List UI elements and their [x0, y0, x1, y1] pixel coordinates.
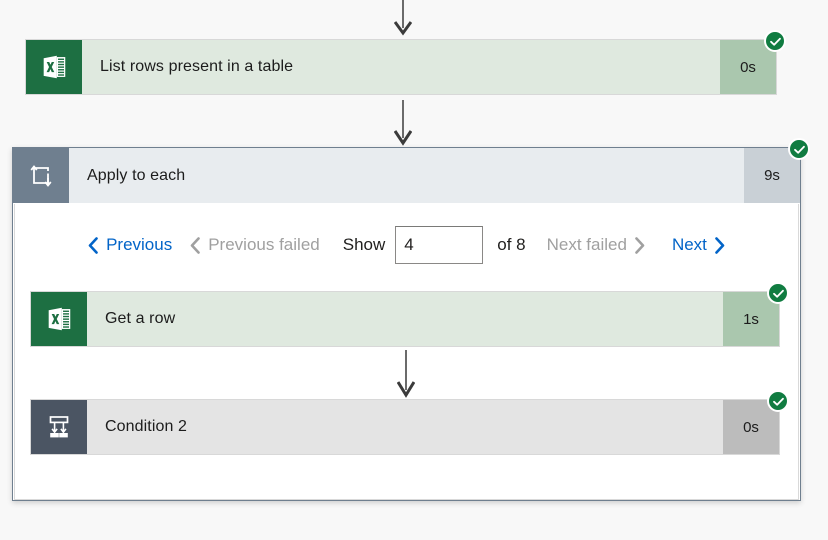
chevron-right-icon	[634, 236, 645, 254]
connector-arrow-inner	[397, 350, 415, 398]
action-card-condition-2[interactable]: Condition 2 0s	[30, 390, 789, 455]
chevron-right-icon	[714, 236, 725, 254]
excel-icon	[31, 292, 87, 346]
iteration-pager: Previous Previous failed Show of 8 Next …	[15, 223, 798, 267]
action-card-get-a-row[interactable]: Get a row 1s	[30, 282, 789, 347]
pager-previous-button[interactable]: Previous	[79, 235, 181, 255]
pager-previous-failed-label: Previous failed	[208, 235, 320, 254]
chevron-left-icon	[190, 236, 201, 254]
pager-next-label: Next	[671, 235, 707, 254]
condition-branch-icon	[31, 400, 87, 454]
pager-show-label: Show	[342, 235, 386, 254]
chevron-left-icon	[88, 236, 99, 254]
status-success-icon	[767, 390, 789, 412]
pager-next-button[interactable]: Next	[654, 235, 734, 255]
connector-arrow-top	[394, 0, 412, 36]
pager-show-input[interactable]	[395, 226, 484, 264]
connector-arrow-to-scope	[394, 100, 412, 146]
scope-title: Apply to each	[87, 166, 186, 184]
action-title: Condition 2	[105, 418, 188, 435]
status-success-icon	[788, 138, 810, 160]
scope-apply-to-each[interactable]: Apply to each 9s Previous Previous faile…	[12, 138, 810, 501]
pager-previous-failed-button[interactable]: Previous failed	[181, 235, 329, 255]
action-title: List rows present in a table	[100, 58, 294, 75]
scope-body: Previous Previous failed Show of 8 Next …	[14, 204, 799, 500]
excel-icon	[26, 40, 82, 94]
pager-previous-label: Previous	[106, 235, 173, 254]
pager-next-failed-label: Next failed	[546, 235, 627, 254]
action-card-list-rows[interactable]: List rows present in a table 0s	[25, 30, 786, 95]
status-success-icon	[764, 30, 786, 52]
status-success-icon	[767, 282, 789, 304]
action-title: Get a row	[105, 310, 176, 327]
pager-next-failed-button[interactable]: Next failed	[538, 235, 654, 255]
pager-total-label: of 8	[497, 235, 526, 254]
foreach-loop-icon	[13, 148, 69, 203]
scope-header[interactable]: Apply to each 9s	[13, 138, 810, 204]
